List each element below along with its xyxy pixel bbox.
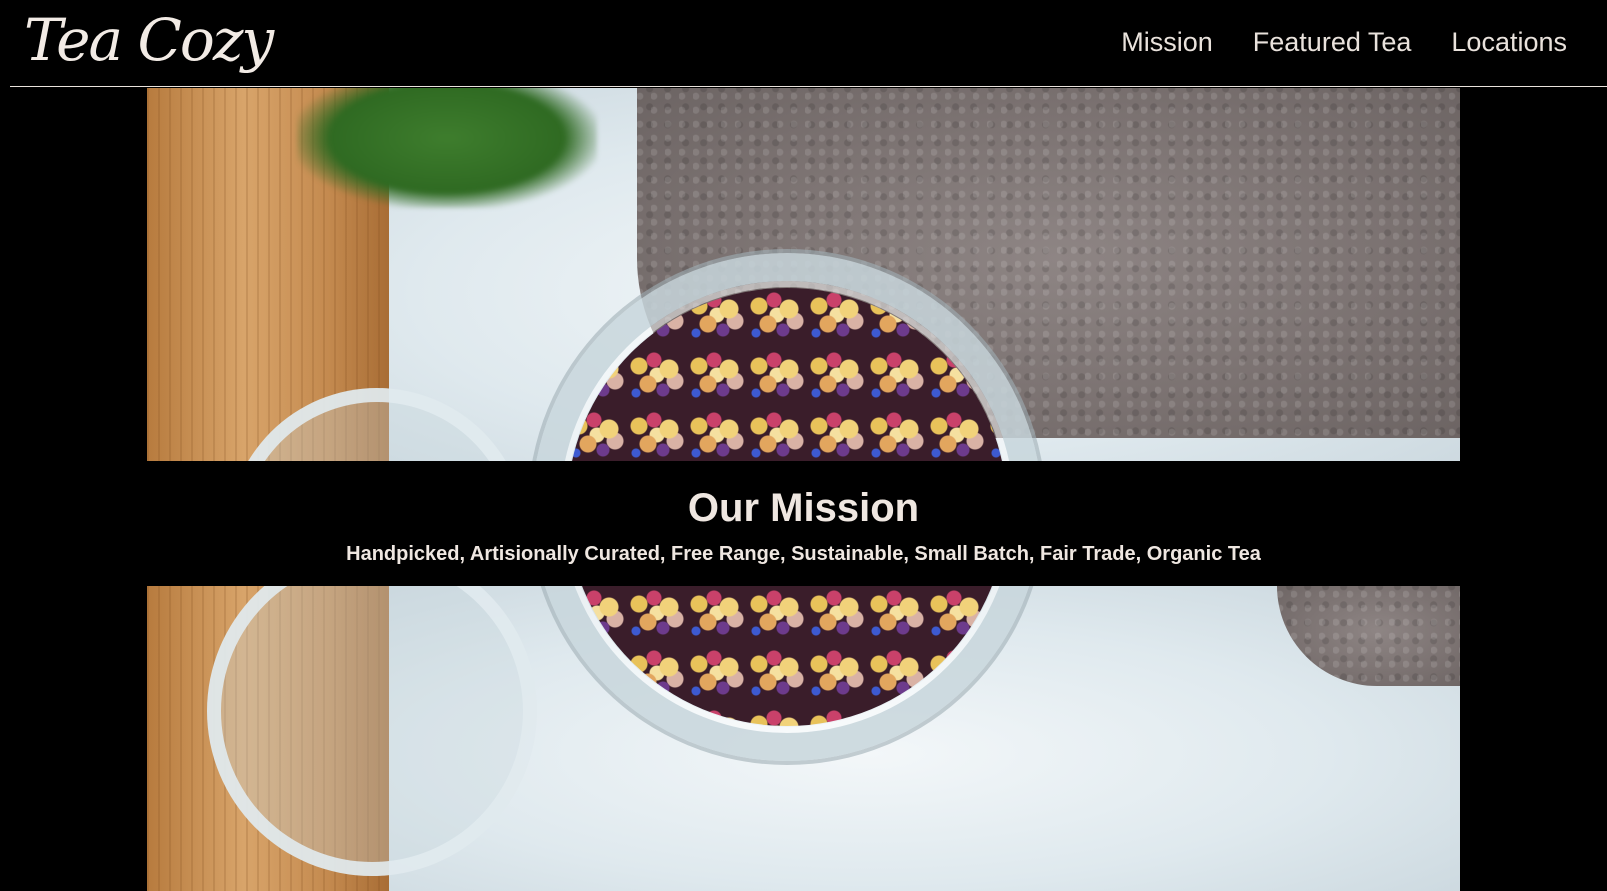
- main-nav: Mission Featured Tea Locations: [1121, 24, 1567, 60]
- hero-image-bottom: [147, 586, 1460, 891]
- plant-leaf: [297, 88, 597, 208]
- hero-image-top: [147, 88, 1460, 461]
- nav-link-mission[interactable]: Mission: [1121, 24, 1213, 60]
- site-logo[interactable]: Tea Cozy: [24, 4, 274, 76]
- page: Tea Cozy Mission Featured Tea Locations …: [0, 0, 1607, 891]
- nav-link-locations[interactable]: Locations: [1451, 24, 1567, 60]
- site-header: Tea Cozy Mission Featured Tea Locations: [10, 0, 1607, 87]
- mission-title: Our Mission: [687, 486, 920, 530]
- nav-link-featured-tea[interactable]: Featured Tea: [1253, 24, 1412, 60]
- mission-section: Our Mission Handpicked, Artisionally Cur…: [147, 461, 1460, 586]
- mission-tagline: Handpicked, Artisionally Curated, Free R…: [346, 543, 1261, 565]
